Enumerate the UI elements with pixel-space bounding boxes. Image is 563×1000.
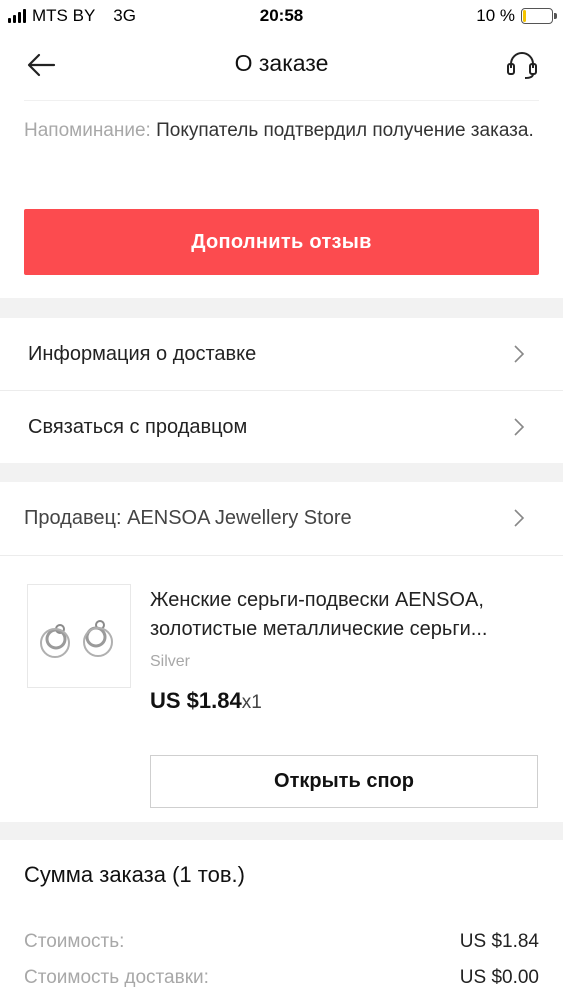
product-image[interactable] bbox=[27, 584, 131, 688]
chevron-right-icon bbox=[514, 345, 525, 363]
row-divider bbox=[0, 555, 563, 556]
add-review-button[interactable]: Дополнить отзыв bbox=[24, 209, 539, 275]
battery-icon bbox=[521, 8, 557, 24]
headset-icon bbox=[507, 52, 537, 79]
product-quantity: x1 bbox=[241, 692, 262, 713]
order-reminder: Напоминание: Покупатель подтвердил получ… bbox=[24, 116, 539, 145]
page-title: О заказе bbox=[234, 50, 329, 76]
shipping-line: Стоимость доставки: US $0.00 bbox=[24, 967, 539, 989]
cost-line: Стоимость: US $1.84 bbox=[24, 931, 539, 953]
seller-row[interactable]: Продавец: AENSOA Jewellery Store bbox=[0, 482, 563, 554]
product-price: US $1.84x1 bbox=[150, 688, 262, 714]
seller-name: Продавец: AENSOA Jewellery Store bbox=[24, 506, 352, 529]
shipping-value: US $0.00 bbox=[459, 967, 539, 988]
cost-value: US $1.84 bbox=[459, 931, 539, 952]
section-divider bbox=[0, 822, 563, 840]
delivery-info-label: Информация о доставке bbox=[28, 342, 257, 365]
support-button[interactable] bbox=[505, 48, 539, 80]
reminder-text: Покупатель подтвердил получение заказа. bbox=[150, 120, 534, 141]
chevron-right-icon bbox=[514, 418, 525, 436]
order-summary-title: Сумма заказа (1 тов.) bbox=[24, 862, 245, 887]
earrings-image bbox=[40, 620, 113, 658]
shipping-label: Стоимость доставки: bbox=[24, 967, 209, 988]
battery-percent: 10 % bbox=[476, 6, 515, 25]
contact-seller-row[interactable]: Связаться с продавцом bbox=[0, 391, 563, 463]
status-right: 10 % bbox=[476, 6, 557, 26]
open-dispute-button[interactable]: Открыть спор bbox=[150, 755, 538, 808]
contact-seller-label: Связаться с продавцом bbox=[28, 415, 248, 438]
status-bar: MTS BY 3G 20:58 10 % bbox=[0, 0, 563, 32]
battery-level-fill bbox=[523, 10, 526, 22]
product-variant: Silver bbox=[150, 653, 191, 670]
price-value: US $1.84 bbox=[150, 688, 242, 713]
delivery-info-row[interactable]: Информация о доставке bbox=[0, 318, 563, 390]
section-divider bbox=[0, 298, 563, 318]
reminder-label: Напоминание: bbox=[24, 120, 151, 141]
header-divider bbox=[24, 100, 539, 101]
product-title[interactable]: Женские серьги-подвески AENSOA, золотист… bbox=[150, 586, 540, 644]
page-header: О заказе bbox=[0, 32, 563, 98]
section-divider bbox=[0, 463, 563, 482]
chevron-right-icon bbox=[514, 509, 525, 527]
cost-label: Стоимость: bbox=[24, 931, 125, 952]
